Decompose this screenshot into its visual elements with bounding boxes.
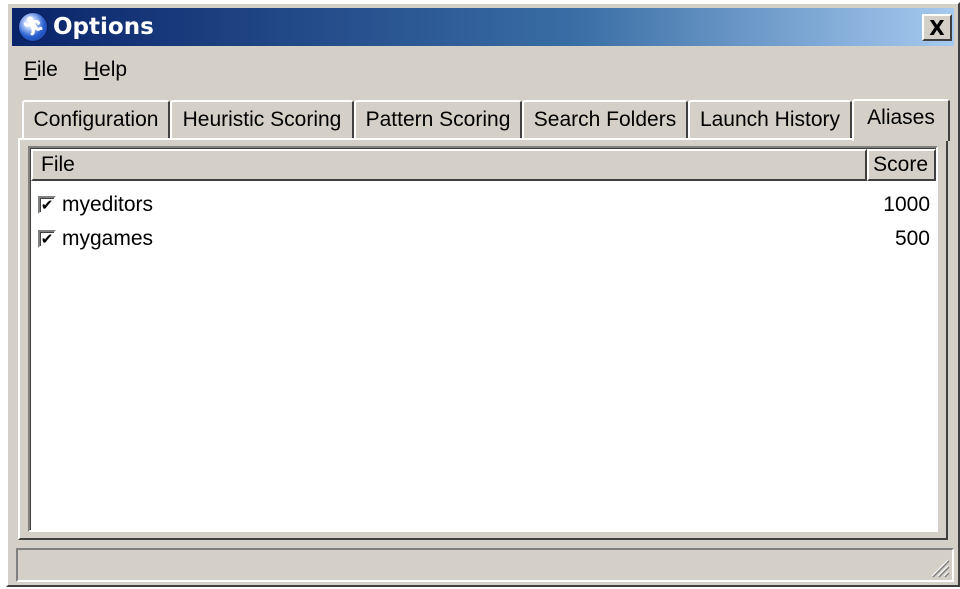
title-bar[interactable]: 🏃︎ Options X: [12, 8, 954, 46]
alias-score: 1000: [883, 193, 930, 216]
alias-checkbox[interactable]: ✔: [38, 196, 56, 214]
list-item[interactable]: ✔ myeditors 1000: [34, 188, 930, 222]
status-bar: [16, 548, 954, 582]
tab-heuristic-scoring[interactable]: Heuristic Scoring: [170, 100, 354, 138]
column-header-file[interactable]: File: [31, 149, 867, 181]
app-icon[interactable]: 🏃︎: [18, 12, 48, 42]
close-button[interactable]: X: [922, 14, 952, 41]
menu-help-rest: elp: [99, 58, 128, 81]
list-header: File Score: [31, 149, 936, 181]
menu-help[interactable]: Help: [72, 58, 141, 82]
tab-aliases[interactable]: Aliases: [852, 99, 950, 141]
alias-checkbox[interactable]: ✔: [38, 230, 56, 248]
tab-pattern-scoring[interactable]: Pattern Scoring: [354, 100, 522, 138]
menu-help-mnemonic: H: [83, 58, 100, 81]
column-header-score[interactable]: Score: [867, 149, 936, 181]
list-rows: ✔ myeditors 1000 ✔ mygames 500: [34, 188, 930, 256]
tab-strip: Configuration Heuristic Scoring Pattern …: [22, 96, 950, 141]
options-window: 🏃︎ Options X File Help Configuration Heu…: [6, 2, 960, 587]
tab-launch-history[interactable]: Launch History: [688, 100, 852, 138]
menu-file[interactable]: File: [12, 58, 72, 82]
aliases-list[interactable]: File Score ✔ myeditors 1000 ✔ mygames 50…: [28, 146, 938, 532]
list-item[interactable]: ✔ mygames 500: [34, 222, 930, 256]
tab-configuration[interactable]: Configuration: [22, 100, 170, 138]
window-title: Options: [53, 14, 154, 40]
menu-file-rest: ile: [36, 58, 58, 81]
resize-grip-icon[interactable]: [928, 556, 950, 578]
menu-bar: File Help: [12, 52, 141, 88]
menu-file-mnemonic: F: [24, 58, 37, 81]
alias-name: myeditors: [62, 193, 154, 216]
aliases-panel: File Score ✔ myeditors 1000 ✔ mygames 50…: [18, 138, 948, 540]
alias-name: mygames: [62, 227, 154, 250]
tab-search-folders[interactable]: Search Folders: [522, 100, 688, 138]
alias-score: 500: [894, 227, 930, 250]
